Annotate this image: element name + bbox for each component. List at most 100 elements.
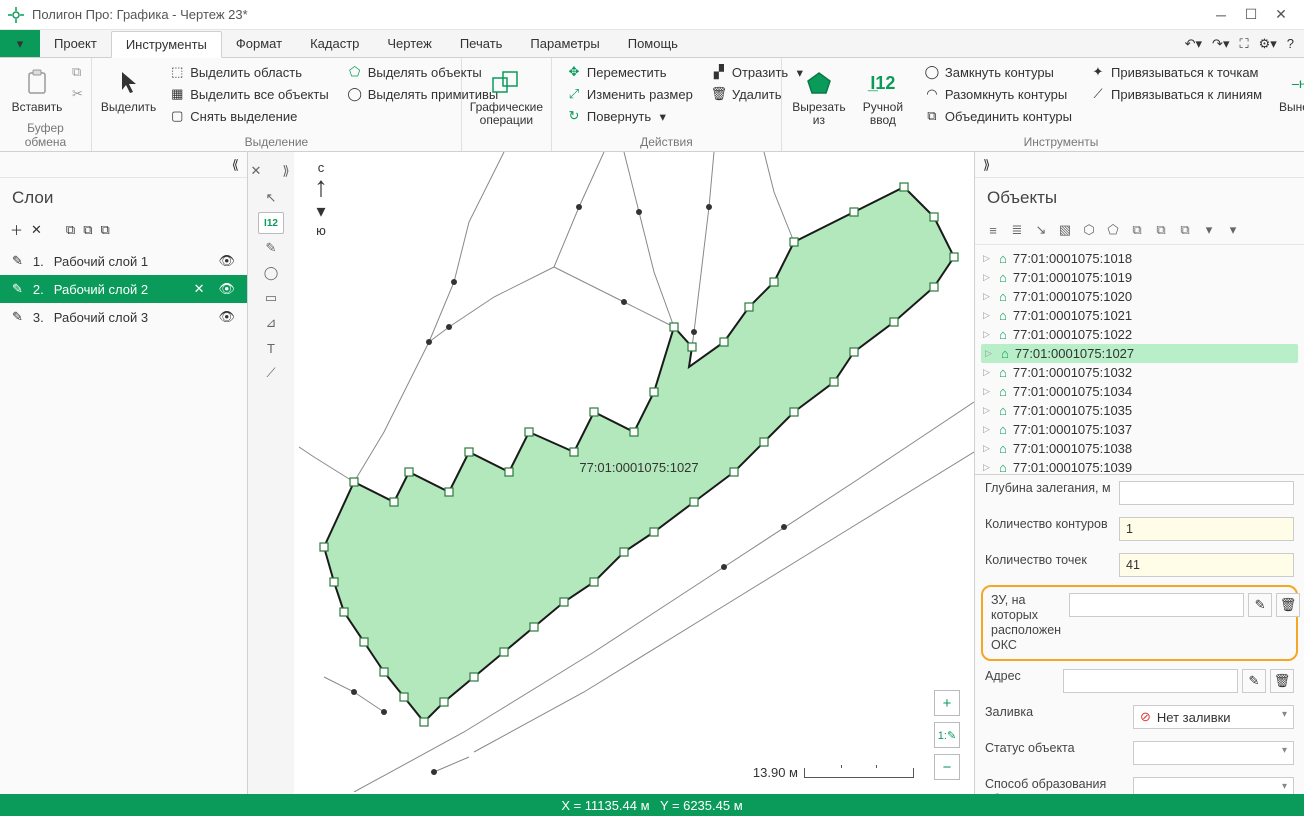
- status-select[interactable]: [1133, 741, 1294, 765]
- object-row[interactable]: ▷⌂77:01:0001075:1020: [975, 287, 1304, 306]
- layer-tool1-icon[interactable]: ⧉: [66, 222, 75, 238]
- obj-tool-8-icon[interactable]: ⧉: [1151, 220, 1171, 240]
- obj-tool-10-icon[interactable]: ▾: [1199, 220, 1219, 240]
- tree-expand-icon[interactable]: ▷: [983, 424, 993, 435]
- merge-contours-button[interactable]: ⧉Объединить контуры: [918, 106, 1078, 126]
- tab-cadastre[interactable]: Кадастр: [296, 30, 373, 57]
- close-layer-icon[interactable]: ✕: [194, 281, 205, 297]
- obj-tool-1-icon[interactable]: ≡: [983, 220, 1003, 240]
- paste-button[interactable]: Вставить: [8, 62, 66, 119]
- graphic-ops-button[interactable]: Графические операции: [469, 62, 544, 132]
- tab-help[interactable]: Помощь: [614, 30, 692, 57]
- tool-dim-icon[interactable]: ⊿: [258, 312, 284, 334]
- layer-item-2[interactable]: ✎ 2. Рабочий слой 2 ✕ 👁: [0, 275, 247, 303]
- maximize-button[interactable]: ☐: [1236, 3, 1266, 27]
- add-layer-button[interactable]: ＋: [10, 220, 23, 239]
- zoom-fit-button[interactable]: 1:✎: [934, 722, 960, 748]
- object-row[interactable]: ▷⌂77:01:0001075:1032: [975, 363, 1304, 382]
- object-row[interactable]: ▷⌂77:01:0001075:1018: [975, 249, 1304, 268]
- tool-line-icon[interactable]: ⟋: [258, 362, 284, 384]
- object-row[interactable]: ▷⌂77:01:0001075:1021: [975, 306, 1304, 325]
- tree-expand-icon[interactable]: ▷: [983, 272, 993, 283]
- tool-i12-icon[interactable]: I12: [258, 212, 284, 234]
- eye-icon[interactable]: 👁: [218, 253, 235, 269]
- object-row[interactable]: ▷⌂77:01:0001075:1037: [975, 420, 1304, 439]
- zoom-out-button[interactable]: −: [934, 754, 960, 780]
- obj-tool-7-icon[interactable]: ⧉: [1127, 220, 1147, 240]
- tree-expand-icon[interactable]: ▷: [983, 310, 993, 321]
- formation-select[interactable]: [1133, 777, 1294, 794]
- address-input[interactable]: [1063, 669, 1238, 693]
- zoom-in-button[interactable]: +: [934, 690, 960, 716]
- obj-tool-3-icon[interactable]: ↘: [1031, 220, 1051, 240]
- panel-expand-icon[interactable]: ⟫: [983, 157, 990, 173]
- close-button[interactable]: ✕: [1266, 3, 1296, 27]
- select-area-button[interactable]: ⬚Выделить область: [163, 62, 334, 82]
- edit-zu-button[interactable]: ✎: [1248, 593, 1272, 617]
- tree-expand-icon[interactable]: ▷: [983, 462, 993, 473]
- object-row[interactable]: ▷⌂77:01:0001075:1035: [975, 401, 1304, 420]
- snap-lines-button[interactable]: ⟋Привязываться к линиям: [1084, 84, 1268, 104]
- points-input[interactable]: [1119, 553, 1294, 577]
- tool-text-icon[interactable]: T: [258, 337, 284, 359]
- canvas[interactable]: с ↑ ▾ ю: [294, 152, 974, 794]
- obj-tool-2-icon[interactable]: ≣: [1007, 220, 1027, 240]
- tab-params[interactable]: Параметры: [516, 30, 613, 57]
- rotate-button[interactable]: ↻Повернуть ▾: [560, 106, 699, 126]
- remove-layer-button[interactable]: ✕: [31, 222, 42, 238]
- layer-tool2-icon[interactable]: ⧉: [83, 222, 92, 238]
- resize-button[interactable]: ⤢Изменить размер: [560, 84, 699, 104]
- select-button[interactable]: Выделить: [100, 62, 157, 119]
- gear-icon[interactable]: ⚙▾: [1259, 36, 1277, 52]
- delete-address-button[interactable]: 🗑: [1270, 669, 1294, 693]
- object-row[interactable]: ▷⌂77:01:0001075:1039: [975, 458, 1304, 475]
- cut-from-button[interactable]: Вырезать из: [790, 62, 848, 132]
- layer-item-1[interactable]: ✎ 1. Рабочий слой 1 👁: [0, 247, 247, 275]
- tree-expand-icon[interactable]: ▷: [985, 348, 995, 359]
- tab-tools[interactable]: Инструменты: [111, 31, 222, 58]
- cut-icon[interactable]: ✂: [72, 86, 83, 102]
- strip-close-icon[interactable]: ✕: [243, 160, 269, 182]
- tab-print[interactable]: Печать: [446, 30, 517, 57]
- tree-expand-icon[interactable]: ▷: [983, 367, 993, 378]
- fill-select[interactable]: ⊘ Нет заливки: [1133, 705, 1294, 729]
- redo-icon[interactable]: ↷▾: [1212, 36, 1229, 52]
- tab-format[interactable]: Формат: [222, 30, 296, 57]
- object-row[interactable]: ▷⌂77:01:0001075:1038: [975, 439, 1304, 458]
- manual-input-button[interactable]: I̲12 Ручной ввод: [854, 62, 912, 132]
- help-icon[interactable]: ?: [1287, 36, 1294, 51]
- contours-input[interactable]: [1119, 517, 1294, 541]
- tool-pen-icon[interactable]: ✎: [258, 237, 284, 259]
- object-row[interactable]: ▷⌂77:01:0001075:1027: [981, 344, 1298, 363]
- copy-icon[interactable]: ⧉: [72, 64, 83, 80]
- depth-input[interactable]: [1119, 481, 1294, 505]
- edit-address-button[interactable]: ✎: [1242, 669, 1266, 693]
- deselect-button[interactable]: ▢Снять выделение: [163, 106, 334, 126]
- file-menu-button[interactable]: ▾: [0, 30, 40, 57]
- tree-expand-icon[interactable]: ▷: [983, 386, 993, 397]
- minimize-button[interactable]: ─: [1206, 3, 1236, 27]
- fit-icon[interactable]: ⛶: [1239, 36, 1248, 52]
- tree-expand-icon[interactable]: ▷: [983, 405, 993, 416]
- object-row[interactable]: ▷⌂77:01:0001075:1019: [975, 268, 1304, 287]
- tree-expand-icon[interactable]: ▷: [983, 329, 993, 340]
- obj-tool-5-icon[interactable]: ⬡: [1079, 220, 1099, 240]
- tool-circle-icon[interactable]: ◯: [258, 262, 284, 284]
- tool-rect-icon[interactable]: ▭: [258, 287, 284, 309]
- close-contours-button[interactable]: ◯Замкнуть контуры: [918, 62, 1078, 82]
- obj-tool-9-icon[interactable]: ⧉: [1175, 220, 1195, 240]
- undo-icon[interactable]: ↶▾: [1185, 36, 1202, 52]
- layer-tool3-icon[interactable]: ⧉: [101, 222, 110, 238]
- open-contours-button[interactable]: ◠Разомкнуть контуры: [918, 84, 1078, 104]
- tab-drawing[interactable]: Чертеж: [373, 30, 445, 57]
- obj-tool-6-icon[interactable]: ⬠: [1103, 220, 1123, 240]
- tool-cursor-icon[interactable]: ↖: [258, 187, 284, 209]
- zu-input[interactable]: [1069, 593, 1244, 617]
- object-row[interactable]: ▷⌂77:01:0001075:1022: [975, 325, 1304, 344]
- move-button[interactable]: ✥Переместить: [560, 62, 699, 82]
- obj-tool-4-icon[interactable]: ▧: [1055, 220, 1075, 240]
- callout-button[interactable]: ⎯н1 Выноска: [1274, 62, 1304, 119]
- tab-project[interactable]: Проект: [40, 30, 111, 57]
- tree-expand-icon[interactable]: ▷: [983, 253, 993, 264]
- layer-item-3[interactable]: ✎ 3. Рабочий слой 3 👁: [0, 303, 247, 331]
